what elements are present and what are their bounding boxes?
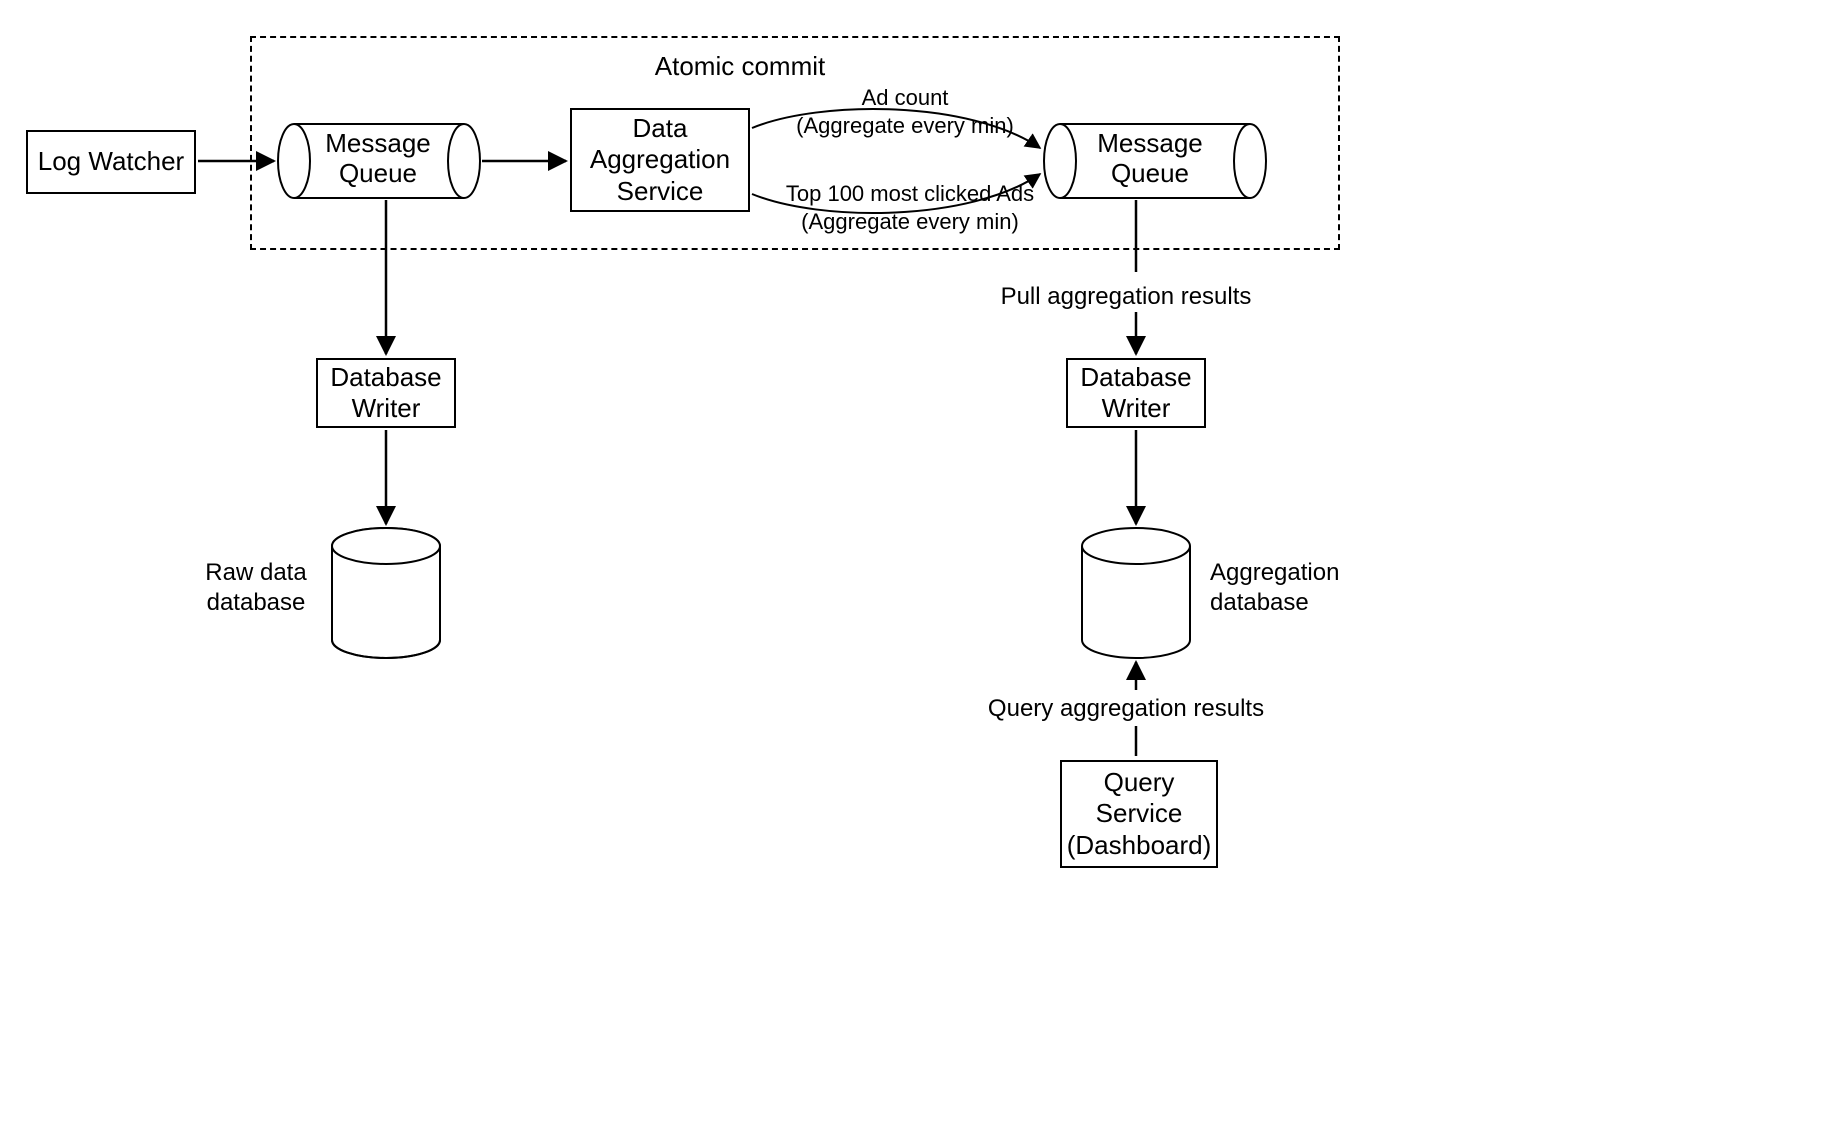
node-database-writer-1: Database Writer: [316, 358, 456, 428]
node-label: Database Writer: [1080, 362, 1191, 424]
node-label: Data Aggregation Service: [590, 113, 730, 207]
label-aggregation-database: Aggregation database: [1210, 558, 1370, 618]
node-database-writer-2: Database Writer: [1066, 358, 1206, 428]
edge-label-ad-count: Ad count (Aggregate every min): [775, 84, 1035, 139]
node-query-service: Query Service (Dashboard): [1060, 760, 1218, 868]
node-log-watcher: Log Watcher: [26, 130, 196, 194]
edge-label-pull-results: Pull aggregation results: [976, 282, 1276, 312]
node-raw-data-database: [332, 528, 440, 658]
node-label: Database Writer: [330, 362, 441, 424]
label-raw-data-database: Raw data database: [186, 558, 326, 618]
atomic-commit-title: Atomic commit: [640, 50, 840, 83]
node-label: Query Service (Dashboard): [1067, 767, 1212, 861]
edge-label-top-100: Top 100 most clicked Ads (Aggregate ever…: [760, 180, 1060, 235]
node-label: Log Watcher: [38, 146, 184, 177]
node-aggregation-database: [1082, 528, 1190, 658]
diagram-canvas: Atomic commit Log Watcher Data Aggregati…: [0, 0, 1840, 1126]
edge-label-query-results: Query aggregation results: [976, 694, 1276, 724]
node-data-aggregation-service: Data Aggregation Service: [570, 108, 750, 212]
